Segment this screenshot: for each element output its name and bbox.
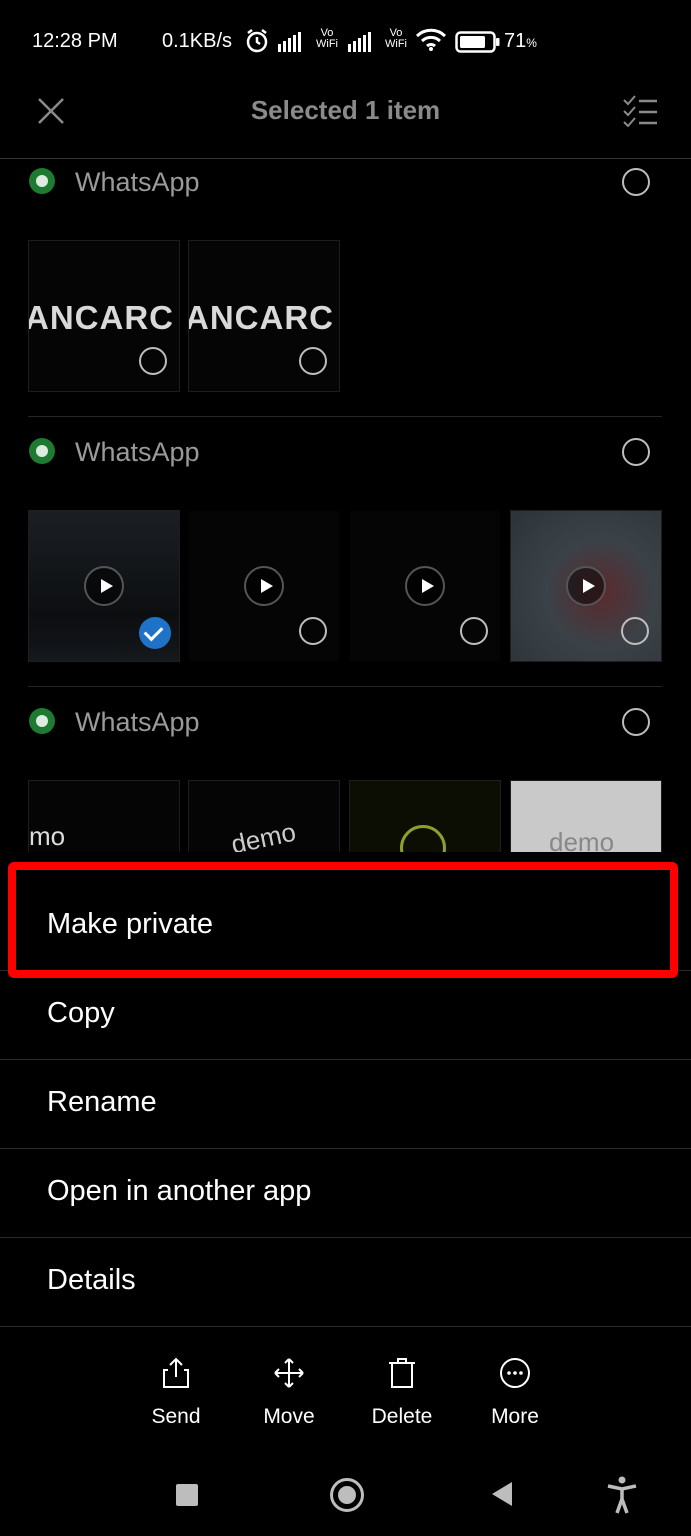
play-icon: [84, 566, 124, 606]
group-whatsapp-2: WhatsApp: [0, 428, 691, 686]
image-thumbnail[interactable]: mo: [28, 780, 180, 852]
video-thumbnail[interactable]: [188, 510, 340, 662]
move-icon: [273, 1357, 305, 1394]
video-thumbnail[interactable]: [510, 510, 662, 662]
thumbnail-text: demo: [549, 827, 615, 852]
alarm-icon: [244, 28, 270, 59]
signal-icon: [278, 30, 301, 52]
back-icon[interactable]: [492, 1482, 512, 1506]
select-group-checkbox[interactable]: [622, 438, 650, 466]
battery-icon: [455, 31, 501, 58]
select-checkbox[interactable]: [460, 617, 488, 645]
whatsapp-icon: [29, 708, 55, 734]
group-whatsapp-3: WhatsApp mo demo demo: [0, 698, 691, 852]
image-thumbnail[interactable]: demo: [188, 780, 340, 852]
divider: [28, 686, 662, 687]
image-thumbnail[interactable]: [349, 780, 501, 852]
wifi-icon: [415, 28, 447, 57]
vo-wifi-label-2: Vo WiFi: [385, 27, 407, 50]
thumbnail-graphic: [400, 825, 446, 852]
video-thumbnail[interactable]: [349, 510, 501, 662]
video-thumbnail[interactable]: [28, 510, 180, 662]
play-icon: [566, 566, 606, 606]
more-icon: [499, 1357, 531, 1394]
more-button[interactable]: More: [465, 1357, 565, 1433]
status-time: 12:28 PM: [32, 30, 118, 52]
recents-icon[interactable]: [176, 1484, 198, 1506]
select-checkbox[interactable]: [299, 617, 327, 645]
select-checkbox[interactable]: [139, 347, 167, 375]
delete-button[interactable]: Delete: [352, 1357, 452, 1433]
menu-item-rename[interactable]: Rename: [0, 1060, 691, 1149]
whatsapp-icon: [29, 168, 55, 194]
home-icon[interactable]: [330, 1478, 364, 1512]
thumbnail-text: ANCARC: [188, 299, 334, 336]
signal-icon-2: [348, 30, 371, 52]
select-group-checkbox[interactable]: [622, 168, 650, 196]
share-icon: [162, 1357, 190, 1394]
group-title: WhatsApp: [75, 167, 200, 197]
image-thumbnail[interactable]: ANCARC: [28, 240, 180, 392]
select-group-checkbox[interactable]: [622, 708, 650, 736]
select-all-icon[interactable]: [622, 95, 658, 132]
select-checkbox[interactable]: [299, 347, 327, 375]
menu-item-copy[interactable]: Copy: [0, 971, 691, 1060]
network-speed: 0.1KB/s: [162, 30, 233, 52]
highlight-box: [8, 862, 678, 978]
thumbnail-text: demo: [228, 816, 299, 852]
menu-item-open-in-another-app[interactable]: Open in another app: [0, 1149, 691, 1238]
accessibility-icon[interactable]: [606, 1476, 638, 1519]
play-icon: [244, 566, 284, 606]
status-bar: 12:28 PM 0.1KB/s Vo WiFi Vo WiFi 71%: [0, 0, 691, 84]
selection-header: Selected 1 item: [0, 84, 691, 159]
close-icon[interactable]: [36, 96, 66, 131]
thumbnail-text: ANCARC: [28, 299, 174, 336]
select-checkbox[interactable]: [621, 617, 649, 645]
move-button[interactable]: Move: [239, 1357, 339, 1433]
group-title: WhatsApp: [75, 437, 200, 467]
group-whatsapp-1: WhatsApp ANCARC ANCARC: [0, 158, 691, 416]
menu-item-details[interactable]: Details: [0, 1238, 691, 1327]
battery-percent: 71%: [504, 30, 537, 52]
image-thumbnail[interactable]: demo: [510, 780, 662, 852]
divider: [28, 416, 662, 417]
send-button[interactable]: Send: [126, 1357, 226, 1433]
play-icon: [405, 566, 445, 606]
checked-icon[interactable]: [139, 617, 171, 649]
image-thumbnail[interactable]: ANCARC: [188, 240, 340, 392]
vo-wifi-label: Vo WiFi: [316, 27, 338, 50]
trash-icon: [388, 1357, 416, 1394]
page-title: Selected 1 item: [250, 95, 441, 125]
group-title: WhatsApp: [75, 707, 200, 737]
thumbnail-text: mo: [29, 821, 66, 851]
whatsapp-icon: [29, 438, 55, 464]
